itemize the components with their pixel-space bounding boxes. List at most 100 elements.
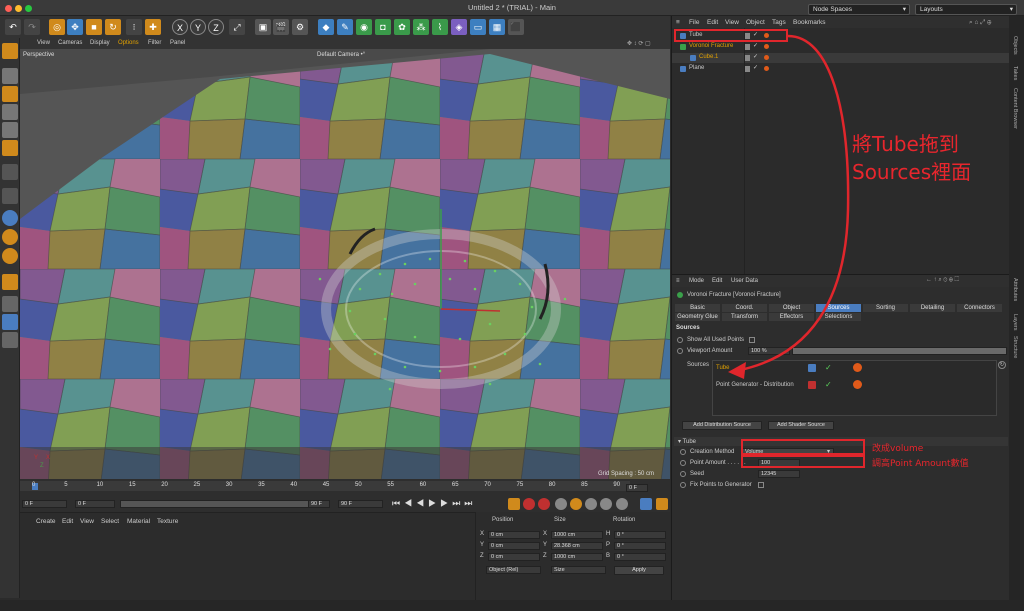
move-icon[interactable]: ✥ <box>67 19 83 35</box>
tab-sorting[interactable]: Sorting <box>863 304 908 312</box>
effector-icon[interactable] <box>853 363 862 372</box>
viewport-menu-cameras[interactable]: Cameras <box>58 40 82 46</box>
mat-menu-texture[interactable]: Texture <box>157 518 178 525</box>
pen-spline-icon[interactable]: ✎ <box>337 19 353 35</box>
am-nav-icons[interactable]: ← ↑ ⌕ ⊙ ⊕ ⬚ <box>926 277 959 284</box>
viewport-3d[interactable]: YZX Perspective Default Camera •° Grid S… <box>20 49 670 479</box>
x-axis-lock-button[interactable]: X <box>172 19 188 35</box>
timeline-window-icon[interactable] <box>656 498 668 510</box>
viewport-menu-options[interactable]: Options <box>118 40 139 46</box>
coord-rotation-field[interactable]: 0 ° <box>614 542 666 550</box>
extrude-icon[interactable]: ◘ <box>375 19 391 35</box>
viewport-menu-filter[interactable]: Filter <box>148 40 161 46</box>
viewport-camera-label[interactable]: Default Camera •° <box>317 52 365 58</box>
timeline-end-frame[interactable]: 0 F <box>626 484 648 492</box>
coord-position-field[interactable]: 0 cm <box>488 531 540 539</box>
render-view-icon[interactable]: ▣ <box>255 19 271 35</box>
scale-icon[interactable]: ■ <box>86 19 102 35</box>
coord-size-field[interactable]: 28.368 cm <box>551 542 603 550</box>
sky-icon[interactable]: ▦ <box>489 19 505 35</box>
point-amount-radio[interactable] <box>680 460 686 466</box>
viewport-menu-display[interactable]: Display <box>90 40 110 46</box>
live-selection-icon[interactable]: ◎ <box>49 19 65 35</box>
am-hamburger-icon[interactable]: ≡ <box>676 278 680 284</box>
grid-icon[interactable] <box>2 314 18 330</box>
snap-icon[interactable] <box>2 274 18 290</box>
add-object-icon[interactable]: ✚ <box>145 19 161 35</box>
camera-icon[interactable]: ⬛ <box>508 19 524 35</box>
auto-key-icon[interactable] <box>538 498 550 510</box>
max-frame-field[interactable]: 90 F <box>338 500 383 508</box>
motion-record-icon[interactable] <box>508 498 520 510</box>
add-distribution-source-button[interactable]: Add Distribution Source <box>682 421 762 430</box>
y-axis-lock-button[interactable]: Y <box>190 19 206 35</box>
tube-section-title[interactable]: ▾ Tube <box>678 438 696 445</box>
coord-mode-dropdown[interactable]: Object (Rel) <box>486 566 541 574</box>
om-menu-file[interactable]: File <box>689 19 699 26</box>
coord-size-mode-dropdown[interactable]: Size <box>551 566 606 574</box>
creation-method-radio[interactable] <box>680 449 686 455</box>
coord-size-field[interactable]: 1000 cm <box>551 531 603 539</box>
viewport-amount-radio[interactable] <box>677 348 683 354</box>
solo-icon[interactable] <box>2 210 18 226</box>
side-tab-attributes[interactable]: Attributes <box>1012 278 1018 301</box>
scale-key-icon[interactable] <box>585 498 597 510</box>
om-menu-edit[interactable]: Edit <box>707 19 718 26</box>
seed-radio[interactable] <box>680 471 686 477</box>
parameter-key-icon[interactable] <box>616 498 628 510</box>
sources-reset-icon[interactable]: ↻ <box>998 361 1006 369</box>
fix-points-radio[interactable] <box>680 482 686 488</box>
node-spaces-dropdown[interactable]: Node Spaces <box>808 4 910 15</box>
add-shader-source-button[interactable]: Add Shader Source <box>768 421 834 430</box>
viewport-menu-view[interactable]: View <box>37 40 50 46</box>
rotate-icon[interactable]: ↻ <box>105 19 121 35</box>
viewport-nav-icons[interactable]: ✥ ↕ ⟳ ▢ <box>627 40 651 47</box>
field-icon[interactable]: ◈ <box>451 19 467 35</box>
enabled-checkmark-icon[interactable]: ✓ <box>825 380 832 389</box>
position-key-icon[interactable] <box>570 498 582 510</box>
model-mode-icon[interactable] <box>2 68 18 84</box>
coord-position-field[interactable]: 0 cm <box>488 553 540 561</box>
deformer-icon[interactable]: ⌇ <box>432 19 448 35</box>
undo-icon[interactable]: ↶ <box>5 19 21 35</box>
coord-rotation-field[interactable]: 0 ° <box>614 553 666 561</box>
effector-icon[interactable] <box>853 380 862 389</box>
solo-selection-icon[interactable] <box>2 248 18 264</box>
side-tab-objects[interactable]: Objects <box>1012 36 1018 55</box>
mat-menu-view[interactable]: View <box>80 518 94 525</box>
make-editable-icon[interactable] <box>2 43 18 59</box>
show-all-radio[interactable] <box>677 337 683 343</box>
fix-points-checkbox[interactable] <box>758 482 764 488</box>
recent-tools-icon[interactable]: ⁝ <box>126 19 142 35</box>
workplane-icon[interactable] <box>2 296 18 312</box>
om-menu-view[interactable]: View <box>725 19 739 26</box>
cloner-icon[interactable]: ✿ <box>394 19 410 35</box>
mat-menu-select[interactable]: Select <box>101 518 119 525</box>
axis-mode-icon[interactable] <box>2 164 18 180</box>
tab-detailing[interactable]: Detailing <box>910 304 955 312</box>
coordinate-system-icon[interactable]: ⤢ <box>229 19 245 35</box>
current-frame-field[interactable]: 0 F <box>22 500 67 508</box>
min-frame-field[interactable]: 0 F <box>75 500 115 508</box>
mat-menu-material[interactable]: Material <box>127 518 150 525</box>
rotation-key-icon[interactable] <box>600 498 612 510</box>
edges-mode-icon[interactable] <box>2 122 18 138</box>
coord-rotation-field[interactable]: 0 ° <box>614 531 666 539</box>
mograph-icon[interactable]: ⁂ <box>413 19 429 35</box>
keyframe-selection-icon[interactable] <box>555 498 567 510</box>
layouts-dropdown[interactable]: Layouts <box>915 4 1017 15</box>
points-mode-icon[interactable] <box>2 104 18 120</box>
cube-icon[interactable]: ◆ <box>318 19 334 35</box>
om-hamburger-icon[interactable]: ≡ <box>676 19 680 26</box>
preview-max-field[interactable]: 90 F <box>308 500 330 508</box>
om-menu-tags[interactable]: Tags <box>772 19 786 26</box>
tab-connectors[interactable]: Connectors <box>957 304 1002 312</box>
side-tab-structure[interactable]: Structure <box>1012 336 1018 358</box>
coord-size-field[interactable]: 1000 cm <box>551 553 603 561</box>
mat-menu-edit[interactable]: Edit <box>62 518 73 525</box>
subdivision-surface-icon[interactable]: ◉ <box>356 19 372 35</box>
preview-range-slider[interactable] <box>120 500 330 508</box>
om-menu-object[interactable]: Object <box>746 19 765 26</box>
seed-field[interactable]: 12345 <box>758 470 800 478</box>
render-picture-viewer-icon[interactable]: 🎬 <box>273 19 289 35</box>
